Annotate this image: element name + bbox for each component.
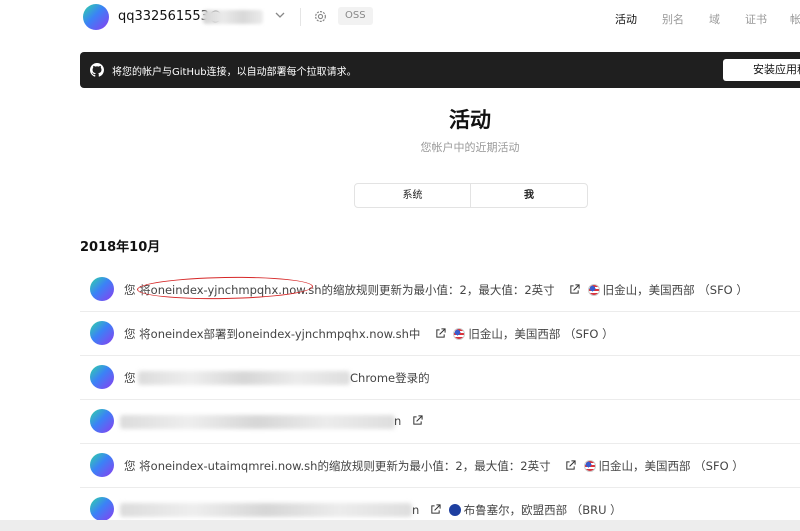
activity-prefix: 您: [124, 371, 136, 385]
avatar: [90, 497, 114, 521]
external-link-icon[interactable]: [430, 504, 441, 515]
deployment-link[interactable]: oneindex-yjnchmpqhx.now.sh: [238, 327, 409, 341]
activity-row: 您 将oneindex-utaimqmrei.now.sh的缩放规则更新为最小值…: [80, 444, 800, 488]
activity-text: 您 将oneindex-utaimqmrei.now.sh的缩放规则更新为最小值…: [124, 458, 744, 474]
eu-flag-icon: [448, 504, 461, 516]
nav-certificates[interactable]: 证书: [745, 11, 767, 27]
avatar: [90, 277, 114, 301]
horizontal-scrollbar[interactable]: [0, 520, 800, 531]
us-flag-icon: [583, 460, 596, 472]
oss-badge[interactable]: OSS: [338, 7, 373, 25]
activity-text: 您: [124, 370, 136, 386]
filter-system-button[interactable]: 系统: [355, 184, 471, 207]
activity-suffix: 的缩放规则更新为最小值：2，最大值：2英寸: [317, 459, 551, 473]
activity-suffix: 中: [408, 327, 421, 341]
activity-suffix: Chrome登录的: [350, 371, 430, 385]
external-link-icon[interactable]: [565, 460, 576, 471]
month-heading: 2018年10月: [80, 240, 161, 255]
activity-text-tail: n 布鲁塞尔，欧盟西部 （BRU ）: [412, 502, 622, 518]
activity-text: 您 将oneindex部署到oneindex-yjnchmpqhx.now.sh…: [124, 326, 614, 342]
activity-prefix: 您 将oneindex部署到: [124, 327, 239, 341]
us-flag-icon: [587, 284, 600, 296]
activity-suffix: 的缩放规则更新为最小值：2，最大值：2英寸: [321, 283, 555, 297]
avatar: [90, 453, 114, 477]
location-label: 旧金山，美国西部 （SFO ）: [468, 327, 614, 341]
top-header: qq332561553@ OSS 活动 别名 域 证书 帐: [0, 0, 800, 36]
activity-row: 您 将oneindex部署到oneindex-yjnchmpqhx.now.sh…: [80, 312, 800, 356]
nav-account[interactable]: 帐: [790, 11, 800, 27]
activity-filter-toggle: 系统 我: [354, 183, 588, 208]
gear-icon[interactable]: [313, 9, 328, 24]
activity-suffix: n: [394, 414, 402, 428]
github-connect-banner: 将您的帐户与GitHub连接，以自动部署每个拉取请求。 安装应用程序: [80, 52, 800, 88]
redacted-text: [120, 503, 412, 517]
location-label: 旧金山，美国西部 （SFO ）: [602, 283, 748, 297]
banner-text: 将您的帐户与GitHub连接，以自动部署每个拉取请求。: [112, 67, 357, 78]
header-divider: [300, 8, 301, 26]
page-subtitle: 您帐户中的近期活动: [420, 141, 520, 154]
us-flag-icon: [453, 328, 466, 340]
nav-aliases[interactable]: 别名: [662, 11, 684, 27]
user-avatar[interactable]: [83, 4, 109, 30]
nav-activity[interactable]: 活动: [615, 11, 637, 27]
activity-row: 您 将oneindex-yjnchmpqhx.now.sh的缩放规则更新为最小值…: [80, 268, 800, 312]
avatar: [90, 321, 114, 345]
location-label: 布鲁塞尔，欧盟西部 （BRU ）: [463, 503, 622, 517]
redacted-email: [203, 10, 263, 24]
external-link-icon[interactable]: [435, 328, 446, 339]
github-icon: [90, 63, 104, 77]
external-link-icon[interactable]: [569, 284, 580, 295]
nav-domains[interactable]: 域: [709, 11, 720, 27]
activity-text-tail: Chrome登录的: [350, 370, 430, 386]
deployment-link[interactable]: oneindex-utaimqmrei.now.sh: [151, 459, 318, 473]
chevron-down-icon[interactable]: [273, 8, 287, 22]
activity-prefix: 您 将: [124, 459, 151, 473]
install-app-button[interactable]: 安装应用程序: [723, 59, 800, 81]
activity-suffix: n: [412, 503, 420, 517]
activity-text-tail: n: [394, 414, 423, 428]
page-title: 活动: [449, 108, 491, 132]
filter-me-button[interactable]: 我: [471, 184, 587, 207]
redacted-text: [138, 371, 350, 385]
activity-row: 您 Chrome登录的: [80, 356, 800, 400]
activity-row: n: [80, 400, 800, 444]
avatar: [90, 365, 114, 389]
external-link-icon[interactable]: [412, 415, 423, 426]
location-label: 旧金山，美国西部 （SFO ）: [598, 459, 744, 473]
avatar: [90, 409, 114, 433]
redacted-text: [120, 415, 395, 429]
